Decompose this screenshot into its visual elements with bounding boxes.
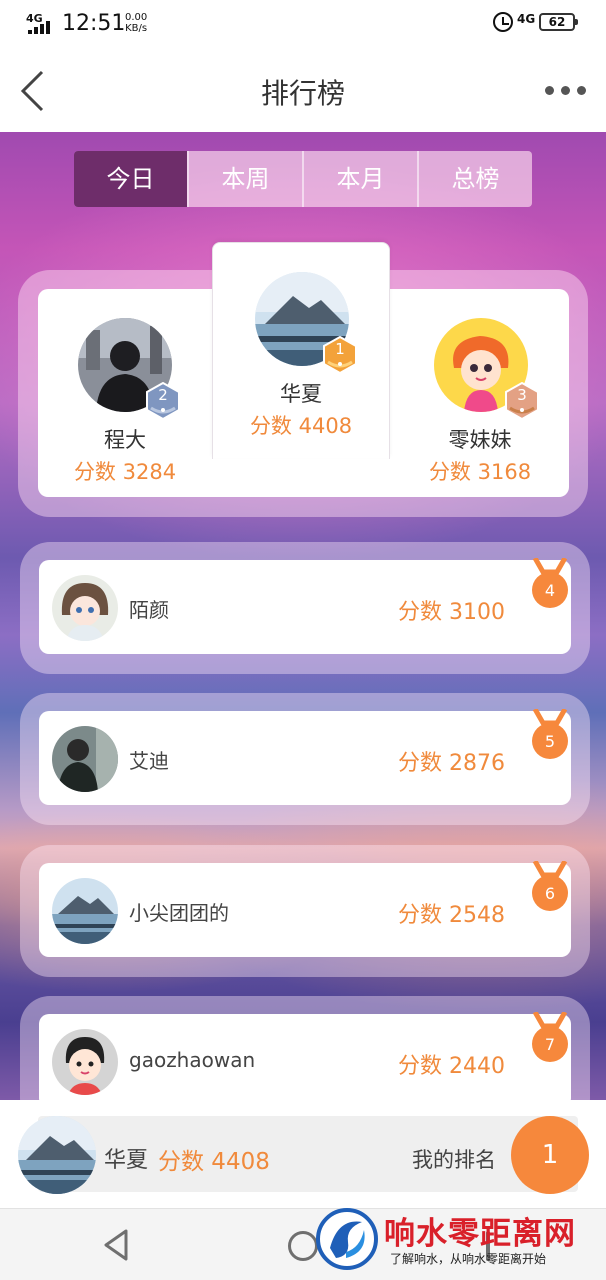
rank-number: 4: [544, 581, 556, 600]
speed-unit: KB/s: [125, 23, 148, 34]
ranking-row: 艾迪 分数 2876 5: [20, 693, 590, 825]
avatar[interactable]: [52, 575, 118, 641]
period-tabs: 今日 本周 本月 总榜: [74, 151, 532, 207]
status-time: 12:51: [62, 11, 126, 36]
battery-icon: 62: [539, 13, 578, 31]
ranking-name: 小尖团团的: [129, 901, 229, 925]
my-rank-number: 1: [511, 1116, 589, 1194]
my-rank-label: 我的排名: [412, 1148, 496, 1172]
second-name: 程大: [104, 428, 146, 452]
nav-bar: 排行榜: [0, 50, 606, 132]
my-name: 华夏: [104, 1148, 149, 1173]
avatar[interactable]: [52, 726, 118, 792]
rank-number: 6: [544, 884, 556, 903]
ranking-score: 分数 2876: [398, 751, 505, 776]
ranking-card[interactable]: 陌颜 分数 3100 4: [39, 558, 571, 654]
third-score: 分数 3168: [428, 460, 532, 484]
first-rank-number: 1: [335, 340, 345, 358]
ranking-score: 分数 2548: [398, 903, 505, 928]
rank-ribbon-icon: 4: [529, 558, 571, 614]
network-type-secondary: 4G: [517, 12, 536, 26]
ranking-name: 艾迪: [129, 749, 169, 773]
tab-overall[interactable]: 总榜: [417, 151, 532, 207]
rank-number: 5: [544, 732, 556, 751]
ranking-row: gaozhaowan 分数 2440 7: [20, 996, 590, 1100]
signal-icon: 4G: [26, 12, 54, 36]
rank-ribbon-icon: 6: [529, 861, 571, 917]
ranking-score: 分数 2440: [398, 1054, 505, 1079]
leaderboard-content[interactable]: 今日 本周 本月 总榜 2 程大 分数 3284 1 华夏 分数 4408 3 …: [0, 132, 606, 1100]
my-avatar[interactable]: [18, 1116, 96, 1194]
tab-today[interactable]: 今日: [74, 151, 187, 207]
second-score: 分数 3284: [73, 460, 177, 484]
ranking-card[interactable]: 小尖团团的 分数 2548 6: [39, 861, 571, 957]
ranking-name: gaozhaowan: [129, 1048, 256, 1072]
speed-value: 0.00: [125, 12, 148, 23]
watermark-logo-icon: [316, 1208, 378, 1270]
alarm-icon: [493, 12, 513, 32]
status-bar: 4G 12:51 0.00 KB/s 4G 62: [0, 0, 606, 50]
bronze-medal-icon: 3: [504, 382, 540, 420]
rank-ribbon-icon: 5: [529, 709, 571, 765]
tab-month[interactable]: 本月: [302, 151, 417, 207]
first-name: 华夏: [280, 382, 322, 406]
watermark-title: 响水零距离网: [384, 1216, 576, 1252]
avatar[interactable]: [52, 1029, 118, 1095]
tab-week[interactable]: 本周: [187, 151, 302, 207]
rank-ribbon-icon: 7: [529, 1012, 571, 1068]
second-rank-number: 2: [158, 386, 168, 404]
triangle-back-icon: [104, 1229, 128, 1261]
silver-medal-icon: 2: [145, 382, 181, 420]
more-dots-icon: [545, 85, 554, 95]
ranking-row: 小尖团团的 分数 2548 6: [20, 845, 590, 977]
ranking-card[interactable]: 艾迪 分数 2876 5: [39, 709, 571, 805]
system-back-button[interactable]: [102, 1229, 130, 1265]
battery-level: 62: [548, 15, 566, 29]
network-speed: 0.00 KB/s: [125, 12, 147, 34]
third-rank-number: 3: [517, 386, 527, 404]
watermark-subtitle: 了解响水，从响水零距离开始: [390, 1252, 547, 1266]
avatar[interactable]: [52, 878, 118, 944]
page-title: 排行榜: [260, 77, 345, 110]
more-button[interactable]: [545, 82, 589, 98]
first-score: 分数 4408: [249, 414, 353, 438]
third-name: 零妹妹: [448, 428, 512, 452]
watermark: 响水零距离网 了解响水，从响水零距离开始: [316, 1206, 606, 1280]
rank-number: 7: [544, 1035, 556, 1054]
my-score: 分数 4408: [158, 1149, 270, 1175]
system-home-button[interactable]: [288, 1231, 318, 1261]
ranking-name: 陌颜: [129, 598, 169, 622]
gold-medal-icon: 1: [322, 336, 358, 374]
ranking-score: 分数 3100: [398, 600, 505, 625]
my-rank-bar[interactable]: 华夏 分数 4408 我的排名 1: [0, 1100, 606, 1208]
ranking-row: 陌颜 分数 3100 4: [20, 542, 590, 674]
ranking-card[interactable]: gaozhaowan 分数 2440 7: [39, 1012, 571, 1100]
